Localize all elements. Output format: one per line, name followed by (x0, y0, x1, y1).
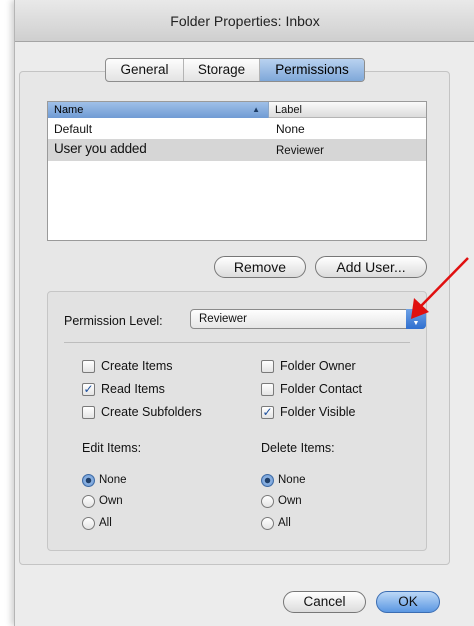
popup-arrows-icon: ▲ ▼ (406, 309, 426, 329)
delete-items-none-radio[interactable]: None (261, 472, 306, 488)
create-items-checkbox[interactable]: Create Items (82, 358, 173, 374)
column-header-name-label: Name (54, 104, 84, 116)
permission-level-select[interactable]: Reviewer ▲ ▼ (190, 309, 426, 329)
table-row[interactable]: Default None (48, 120, 426, 138)
radio-label: None (99, 474, 127, 486)
permission-level-value: Reviewer (199, 313, 247, 325)
cancel-button[interactable]: Cancel (283, 591, 366, 613)
remove-button[interactable]: Remove (214, 256, 306, 278)
column-header-label[interactable]: Label (269, 102, 426, 118)
checkbox-unchecked-icon (82, 359, 95, 373)
radio-label: None (278, 474, 306, 486)
section-divider (64, 342, 410, 343)
checkmark-icon: ✓ (82, 381, 95, 396)
read-items-checkbox[interactable]: ✓ Read Items (82, 381, 165, 397)
checkbox-label: Read Items (101, 382, 165, 396)
folder-visible-checkbox[interactable]: ✓ Folder Visible (261, 404, 356, 420)
table-header: Name ▲ Label (48, 102, 426, 118)
checkmark-icon: ✓ (261, 404, 274, 419)
row-label: None (276, 122, 305, 136)
radio-unselected-icon (261, 494, 274, 508)
checkbox-unchecked-icon (261, 359, 274, 373)
edit-items-label: Edit Items: (82, 441, 142, 455)
checkbox-label: Folder Owner (280, 359, 356, 373)
folder-owner-checkbox[interactable]: Folder Owner (261, 358, 356, 374)
create-subfolders-checkbox[interactable]: Create Subfolders (82, 404, 202, 420)
checkbox-label: Folder Contact (280, 382, 362, 396)
row-name: User you added (54, 141, 147, 156)
radio-selected-icon (82, 473, 95, 487)
checkbox-label: Folder Visible (280, 405, 356, 419)
row-name: Default (54, 122, 93, 136)
radio-unselected-icon (82, 494, 95, 508)
radio-label: Own (278, 495, 302, 507)
checkbox-unchecked-icon (261, 382, 274, 396)
folder-contact-checkbox[interactable]: Folder Contact (261, 381, 362, 397)
edit-items-all-radio[interactable]: All (82, 515, 112, 531)
add-user-button[interactable]: Add User... (315, 256, 427, 278)
column-header-name[interactable]: Name ▲ (48, 102, 269, 118)
tab-bar: General Storage Permissions (105, 58, 365, 82)
tab-general[interactable]: General (106, 59, 184, 81)
window-title: Folder Properties: Inbox (15, 0, 474, 42)
edit-items-own-radio[interactable]: Own (82, 493, 123, 509)
row-label: Reviewer (276, 145, 324, 157)
radio-selected-icon (261, 473, 274, 487)
table-row-selected[interactable]: User you added Reviewer (48, 139, 426, 161)
checkbox-unchecked-icon (82, 405, 95, 419)
tab-storage[interactable]: Storage (184, 59, 260, 81)
radio-label: All (278, 517, 291, 529)
radio-unselected-icon (261, 516, 274, 530)
radio-unselected-icon (82, 516, 95, 530)
delete-items-all-radio[interactable]: All (261, 515, 291, 531)
radio-label: All (99, 517, 112, 529)
permissions-table: Name ▲ Label Default None User you added… (47, 101, 427, 241)
delete-items-own-radio[interactable]: Own (261, 493, 302, 509)
ok-button[interactable]: OK (376, 591, 440, 613)
edit-items-none-radio[interactable]: None (82, 472, 127, 488)
checkbox-label: Create Subfolders (101, 405, 202, 419)
permission-level-label: Permission Level: (64, 314, 163, 328)
checkbox-label: Create Items (101, 359, 173, 373)
delete-items-label: Delete Items: (261, 441, 335, 455)
radio-label: Own (99, 495, 123, 507)
tab-permissions[interactable]: Permissions (260, 59, 364, 81)
permission-settings-group (47, 291, 427, 551)
sort-ascending-icon: ▲ (252, 105, 260, 114)
